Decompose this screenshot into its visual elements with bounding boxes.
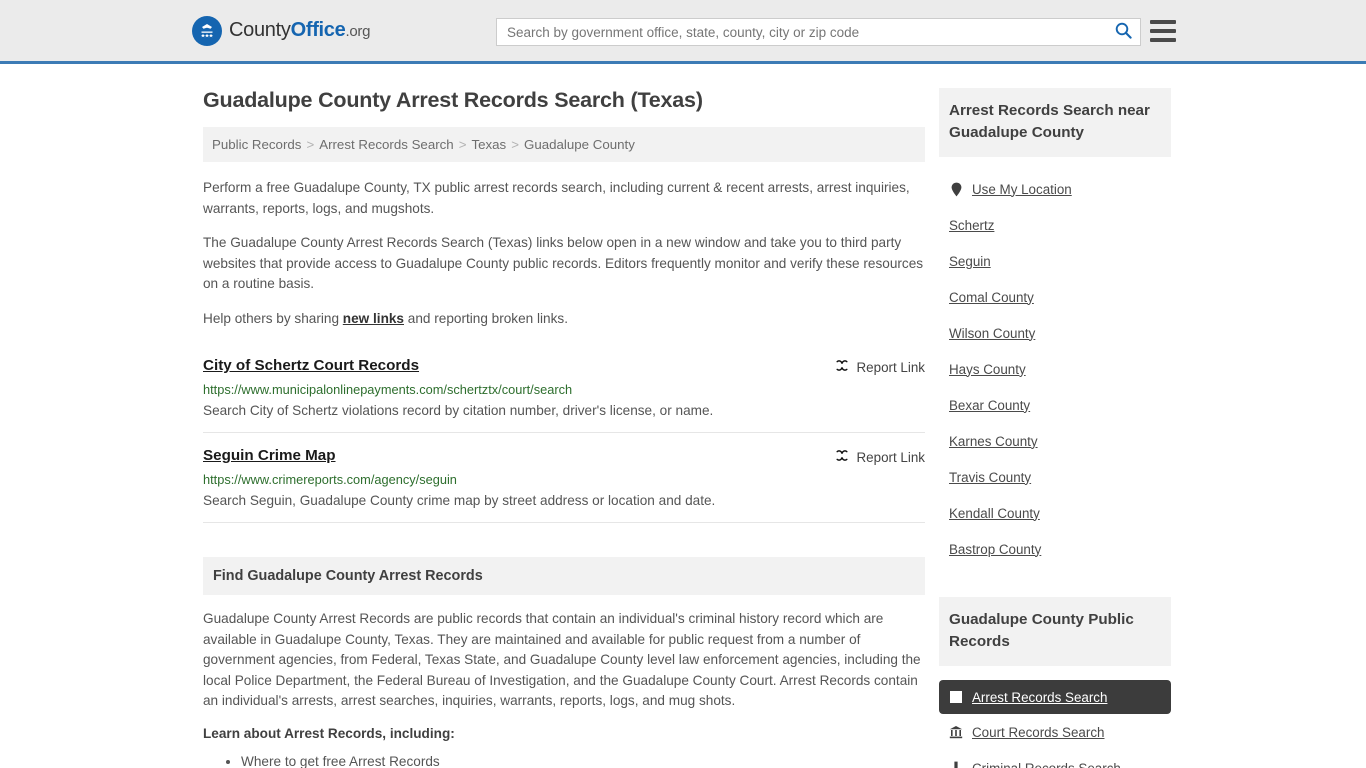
content-container: Guadalupe County Arrest Records Search (… [195,64,1171,768]
section-paragraph: Guadalupe County Arrest Records are publ… [203,611,921,708]
logo-text-county: County [229,19,291,41]
section-lead-in: Learn about Arrest Records, including: [203,725,455,741]
search-input[interactable] [497,19,1106,45]
breadcrumb-separator: > [306,137,315,152]
breadcrumb-separator: > [511,137,519,152]
sidebar-nearby-list: Use My Location Schertz Seguin Comal Cou… [939,157,1171,567]
search-bar [496,18,1141,46]
result-url[interactable]: https://www.municipalonlinepayments.com/… [203,382,925,397]
result-description: Search City of Schertz violations record… [203,403,714,418]
breadcrumb-item-public-records[interactable]: Public Records [212,137,301,152]
main-column: Guadalupe County Arrest Records Search (… [203,64,925,768]
result-title-link[interactable]: City of Schertz Court Records [203,357,419,374]
courthouse-icon [949,725,963,739]
share-text-before: Help others by sharing [203,310,343,326]
sidebar-panel-nearby-heading: Arrest Records Search near Guadalupe Cou… [939,88,1171,157]
broken-link-icon [834,448,850,466]
breadcrumb-item-guadalupe-county[interactable]: Guadalupe County [524,137,635,152]
sidebar-item-label[interactable]: Seguin [949,254,991,269]
share-text-after: and reporting broken links. [404,310,568,326]
sidebar-item-arrest-records-search[interactable]: Arrest Records Search [939,680,1171,714]
hamburger-menu-icon[interactable] [1150,20,1176,42]
sidebar-item-label[interactable]: Wilson County [949,326,1035,341]
sidebar-item-seguin[interactable]: Seguin [939,243,1171,279]
site-logo[interactable]: CountyOffice.org [192,15,370,46]
result-description: Search Seguin, Guadalupe County crime ma… [203,493,716,508]
sidebar-item-wilson-county[interactable]: Wilson County [939,315,1171,351]
sidebar-item-hays-county[interactable]: Hays County [939,351,1171,387]
report-link-label: Report Link [856,449,925,465]
sidebar-item-label[interactable]: Hays County [949,362,1026,377]
page-title: Guadalupe County Arrest Records Search (… [203,88,703,112]
breadcrumb: Public Records > Arrest Records Search > Tex… [203,127,925,162]
section-bullet-list: Where to get free Arrest Records How to … [203,751,925,768]
sidebar-item-bastrop-county[interactable]: Bastrop County [939,531,1171,567]
sidebar: Arrest Records Search near Guadalupe Cou… [939,64,1171,768]
result-item: City of Schertz Court Records Report Lin… [203,343,925,433]
sidebar-item-label[interactable]: Travis County [949,470,1031,485]
result-item: Seguin Crime Map Report Link https://www… [203,433,925,523]
white-square-icon [949,691,963,703]
map-pin-icon [949,182,963,197]
sidebar-panel-public-records: Guadalupe County Public Records Arrest R… [939,597,1171,768]
sidebar-item-label[interactable]: Bexar County [949,398,1030,413]
intro-paragraph-2: The Guadalupe County Arrest Records Sear… [203,235,924,291]
section-body: Guadalupe County Arrest Records are publ… [203,595,925,768]
sidebar-item-court-records-search[interactable]: Court Records Search [939,714,1171,750]
sidebar-item-criminal-records-search[interactable]: Criminal Records Search [939,750,1171,768]
sidebar-item-label[interactable]: Kendall County [949,506,1040,521]
new-links-link[interactable]: new links [343,311,404,326]
report-link-button[interactable]: Report Link [834,357,925,376]
eagle-seal-icon [192,15,222,46]
sidebar-item-label[interactable]: Criminal Records Search [972,761,1121,768]
intro-paragraph-3: Help others by sharing new links and rep… [203,309,925,330]
section-heading: Find Guadalupe County Arrest Records [203,557,925,595]
sidebar-panel-public-records-heading: Guadalupe County Public Records [939,597,1171,666]
sidebar-item-schertz[interactable]: Schertz [939,207,1171,243]
menu-bar-1 [1150,20,1176,24]
report-link-button[interactable]: Report Link [834,447,925,466]
document-icon [949,761,963,768]
list-item: Where to get free Arrest Records [241,751,925,768]
sidebar-item-karnes-county[interactable]: Karnes County [939,423,1171,459]
sidebar-item-use-my-location[interactable]: Use My Location [939,171,1171,207]
sidebar-item-travis-county[interactable]: Travis County [939,459,1171,495]
menu-bar-3 [1150,38,1176,42]
intro-paragraph-1: Perform a free Guadalupe County, TX publ… [203,180,910,216]
sidebar-item-label[interactable]: Karnes County [949,434,1038,449]
sidebar-item-bexar-county[interactable]: Bexar County [939,387,1171,423]
sidebar-item-kendall-county[interactable]: Kendall County [939,495,1171,531]
breadcrumb-item-texas[interactable]: Texas [471,137,506,152]
broken-link-icon [834,358,850,376]
search-button[interactable] [1106,19,1140,45]
sidebar-item-label[interactable]: Comal County [949,290,1034,305]
logo-text-office: Office [290,19,346,41]
logo-text-org: .org [345,23,371,40]
sidebar-panel-nearby: Arrest Records Search near Guadalupe Cou… [939,88,1171,567]
page-body: Guadalupe County Arrest Records Search (… [0,64,1366,768]
sidebar-item-comal-county[interactable]: Comal County [939,279,1171,315]
result-header: City of Schertz Court Records Report Lin… [203,357,925,376]
result-title-link[interactable]: Seguin Crime Map [203,447,336,464]
sidebar-item-label[interactable]: Use My Location [972,182,1072,197]
search-icon [1115,22,1132,42]
sidebar-item-label[interactable]: Bastrop County [949,542,1041,557]
logo-wordmark: CountyOffice.org [229,19,370,42]
sidebar-public-records-list: Arrest Records Search Court Records Sear… [939,666,1171,768]
menu-bar-2 [1150,29,1176,33]
breadcrumb-item-arrest-records-search[interactable]: Arrest Records Search [319,137,454,152]
report-link-label: Report Link [856,359,925,375]
sidebar-item-label[interactable]: Arrest Records Search [972,690,1107,705]
breadcrumb-separator: > [458,137,467,152]
sidebar-item-label[interactable]: Court Records Search [972,725,1104,740]
result-url[interactable]: https://www.crimereports.com/agency/segu… [203,472,925,487]
sidebar-item-label[interactable]: Schertz [949,218,994,233]
result-header: Seguin Crime Map Report Link [203,447,925,466]
site-header: CountyOffice.org [0,0,1366,64]
